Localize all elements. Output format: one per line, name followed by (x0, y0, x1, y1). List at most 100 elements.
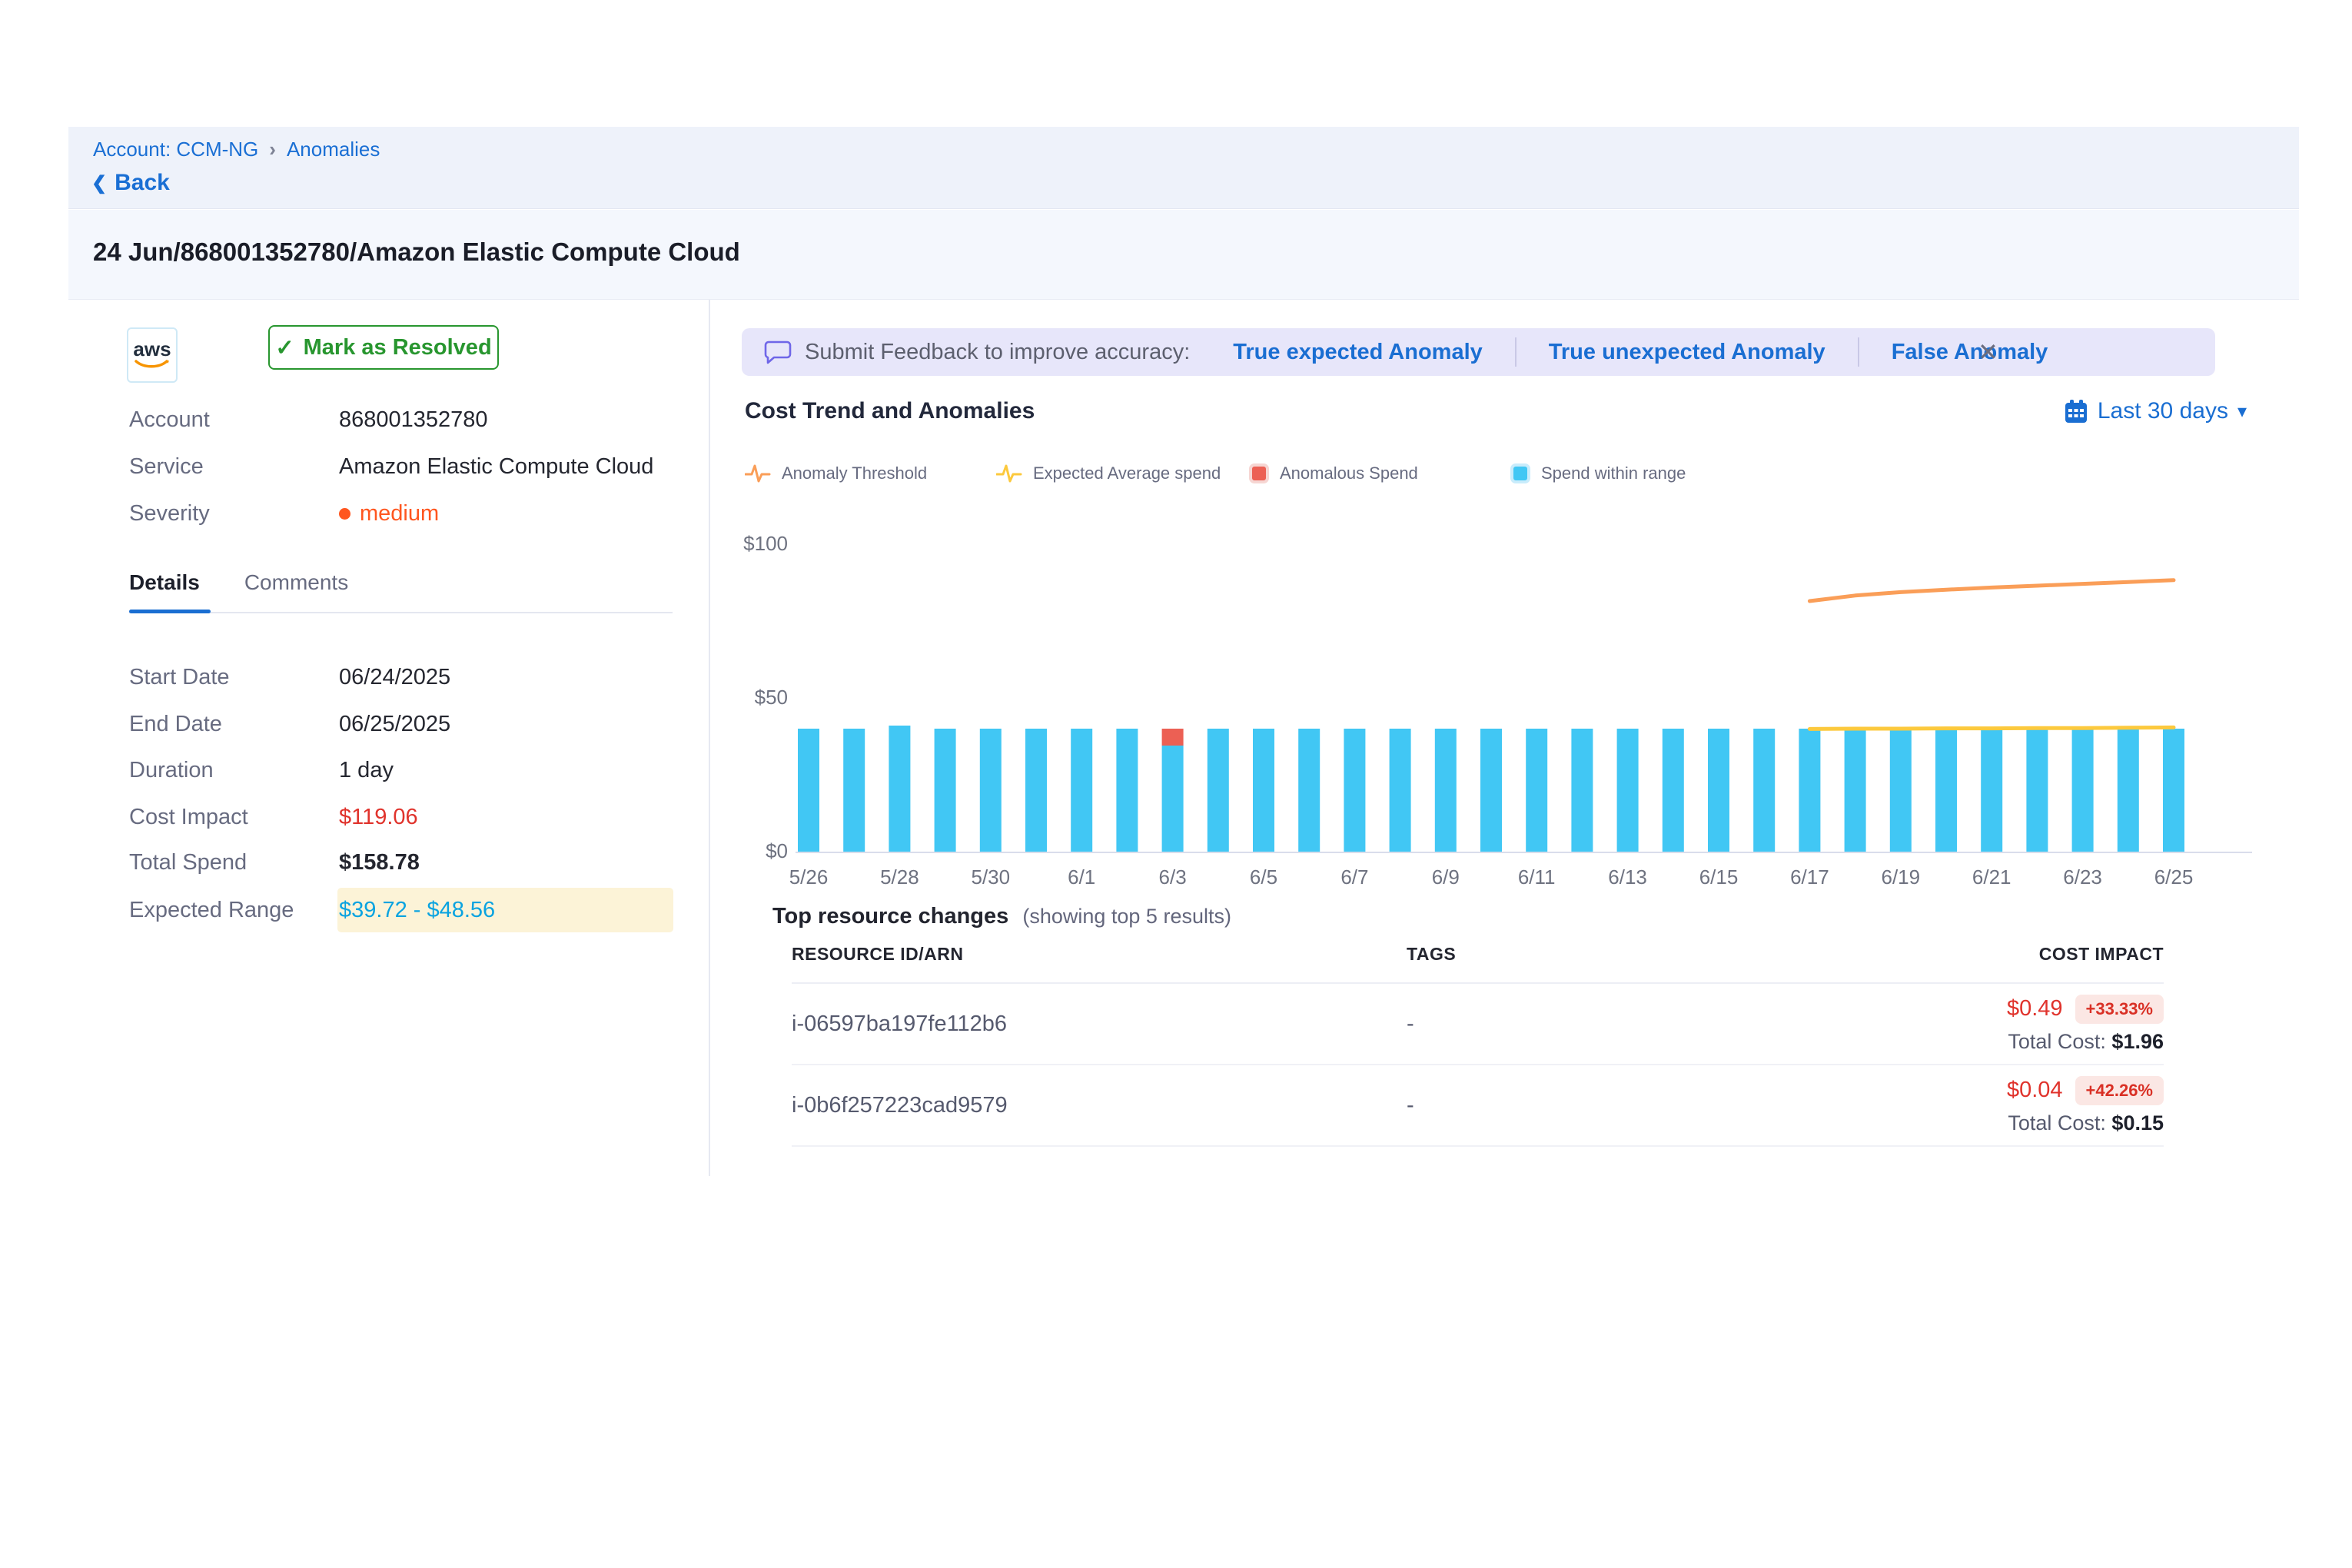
resource-tags: - (1407, 1093, 1837, 1118)
back-chevron-icon: ❮ (91, 172, 107, 194)
legend-label: Expected Average spend (1033, 463, 1221, 483)
bar-6/12[interactable] (1571, 729, 1593, 852)
breadcrumb-strip: Account: CCM-NG › Anomalies ❮ Back (68, 127, 2299, 209)
col-cost-impact: COST IMPACT (1837, 944, 2164, 982)
feedback-option-false-anomaly[interactable]: False Anomaly (1892, 340, 2048, 365)
bar-6/8[interactable] (1390, 729, 1411, 852)
anomaly-detail-panel: Submit Feedback to improve accuracy: Tru… (742, 300, 2260, 1199)
summary-value-severity: medium (339, 501, 439, 527)
check-icon: ✓ (275, 334, 294, 361)
feedback-divider (1858, 337, 1859, 367)
anomaly-summary-panel: aws ✓ Mark as Resolved Account 8680013527… (68, 300, 709, 1199)
feedback-bar: Submit Feedback to improve accuracy: Tru… (742, 328, 2215, 376)
resource-table: RESOURCE ID/ARN TAGS COST IMPACT i-06597… (792, 944, 2164, 1147)
resource-table-subtitle: (showing top 5 results) (1022, 905, 1231, 928)
bar-6/5[interactable] (1253, 729, 1274, 852)
line-anomaly-threshold (1809, 580, 2174, 601)
bar-6/11[interactable] (1526, 729, 1547, 852)
detail-label-end-date: End Date (129, 712, 222, 737)
legend-item-anomaly-threshold: Anomaly Threshold (745, 458, 927, 489)
bar-6/21[interactable] (1981, 729, 2002, 852)
table-row[interactable]: i-06597ba197fe112b6-$0.49+33.33%Total Co… (792, 984, 2164, 1065)
bar-6/14[interactable] (1663, 729, 1684, 852)
x-axis-label: 6/7 (1340, 865, 1368, 889)
detail-value-expected-range: $39.72 - $48.56 (339, 898, 495, 923)
breadcrumb-anomalies-link[interactable]: Anomalies (287, 138, 380, 161)
aws-logo-text: aws (133, 339, 171, 359)
bar-6/18[interactable] (1845, 729, 1866, 852)
summary-label-service: Service (129, 454, 204, 480)
detail-label-total-spend: Total Spend (129, 850, 247, 875)
bar-6/4[interactable] (1208, 729, 1229, 852)
chart-title: Cost Trend and Anomalies (745, 398, 1035, 424)
bar-6/15[interactable] (1708, 729, 1729, 852)
mark-as-resolved-button[interactable]: ✓ Mark as Resolved (268, 325, 499, 370)
page-title: 24 Jun/868001352780/Amazon Elastic Compu… (93, 238, 740, 267)
legend-item-anomalous-spend: Anomalous Spend (1249, 458, 1418, 489)
back-button[interactable]: ❮ Back (91, 170, 170, 196)
impact-total-line: Total Cost: $0.15 (1837, 1111, 2164, 1135)
feedback-option-true-unexpected[interactable]: True unexpected Anomaly (1549, 340, 1825, 365)
x-axis-label: 6/21 (1972, 865, 2011, 889)
detail-value-duration: 1 day (339, 758, 394, 783)
aws-smile-icon (132, 359, 172, 371)
x-axis-label: 6/15 (1699, 865, 1739, 889)
detail-label-expected-range: Expected Range (129, 898, 294, 923)
bar-6/22[interactable] (2026, 729, 2048, 852)
detail-label-start-date: Start Date (129, 665, 230, 690)
legend-swatch-icon (1249, 463, 1269, 483)
bar-5/30[interactable] (980, 729, 1002, 852)
date-range-selector[interactable]: Last 30 days ▾ (2064, 398, 2247, 424)
resource-cost-impact: $0.49+33.33%Total Cost: $1.96 (1837, 995, 2164, 1054)
title-strip: 24 Jun/868001352780/Amazon Elastic Compu… (68, 210, 2299, 300)
impact-amount: $0.49 (2007, 996, 2063, 1022)
detail-value-total-spend: $158.78 (339, 850, 420, 875)
bar-6/13[interactable] (1617, 729, 1639, 852)
table-row[interactable]: i-0b6f257223cad9579-$0.04+42.26%Total Co… (792, 1065, 2164, 1147)
bar-6/16[interactable] (1753, 729, 1775, 852)
chart-header: Cost Trend and Anomalies Last 30 days ▾ (745, 398, 2251, 424)
impact-amount: $0.04 (2007, 1078, 2063, 1103)
bar-5/26[interactable] (798, 729, 819, 852)
bar-5/29[interactable] (935, 729, 956, 852)
bar-6/24[interactable] (2118, 729, 2139, 852)
bar-6/1[interactable] (1071, 729, 1092, 852)
bar-6/9[interactable] (1435, 729, 1457, 852)
x-axis-label: 5/30 (971, 865, 1010, 889)
bar-6/23[interactable] (2072, 729, 2094, 852)
impact-total-value: $1.96 (2111, 1030, 2164, 1053)
feedback-close-icon[interactable]: ✕ (1978, 337, 1998, 367)
bar-5/28[interactable] (889, 726, 910, 852)
severity-dot-icon (339, 508, 350, 520)
bar-6/19[interactable] (1890, 729, 1912, 852)
bar-5/27[interactable] (843, 729, 865, 852)
breadcrumb-account-link[interactable]: Account: CCM-NG (93, 138, 258, 161)
summary-label-severity: Severity (129, 501, 210, 527)
anomalous-bar-6/3[interactable] (1162, 729, 1184, 746)
impact-total-value: $0.15 (2111, 1111, 2164, 1134)
tab-details[interactable]: Details (129, 570, 200, 613)
bar-6/2[interactable] (1116, 729, 1138, 852)
bar-5/31[interactable] (1025, 729, 1047, 852)
aws-logo: aws (127, 327, 178, 383)
summary-value-account: 868001352780 (339, 407, 488, 433)
detail-value-end-date: 06/25/2025 (339, 712, 450, 737)
feedback-option-true-expected[interactable]: True expected Anomaly (1233, 340, 1482, 365)
line-expected-average-spend (1809, 727, 2174, 729)
col-tags: TAGS (1407, 944, 1837, 982)
summary-label-account: Account (129, 407, 210, 433)
bar-6/7[interactable] (1344, 729, 1365, 852)
bar-6/6[interactable] (1298, 729, 1320, 852)
bar-6/10[interactable] (1480, 729, 1502, 852)
bar-6/17[interactable] (1799, 729, 1820, 852)
feedback-divider (1515, 337, 1517, 367)
bar-6/25[interactable] (2163, 729, 2184, 852)
feedback-prompt: Submit Feedback to improve accuracy: (805, 340, 1190, 365)
feedback-bubble-icon (763, 339, 792, 365)
cost-trend-chart[interactable]: $0$50$1005/265/285/306/16/36/56/76/96/11… (742, 523, 2260, 907)
tabs: Details Comments (129, 570, 348, 613)
bar-6/20[interactable] (1935, 729, 1957, 852)
resource-table-title: Top resource changes (772, 904, 1008, 929)
bar-6/3[interactable] (1162, 746, 1184, 852)
tab-comments[interactable]: Comments (244, 570, 348, 613)
